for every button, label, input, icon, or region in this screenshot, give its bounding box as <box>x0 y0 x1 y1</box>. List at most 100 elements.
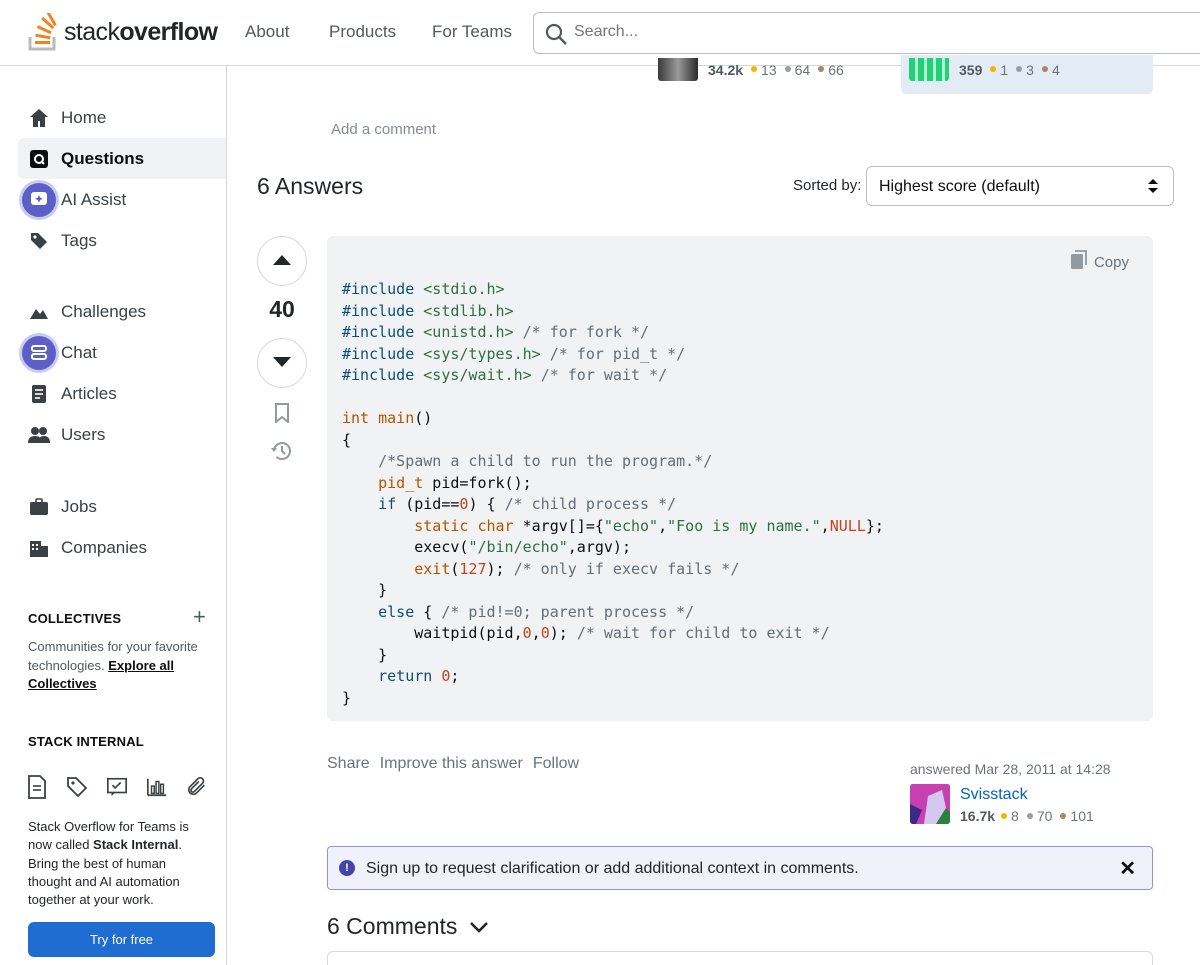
code-block: Copy #include <stdio.h> #include <stdlib… <box>327 236 1153 721</box>
comments-toggle[interactable]: 6 Comments <box>327 913 489 940</box>
search-icon <box>544 22 568 49</box>
silver-badge-count: 70 <box>1036 808 1053 824</box>
bronze-badge-count: 101 <box>1070 808 1094 824</box>
sort-select-value: Highest score (default) <box>879 178 1040 195</box>
questions-icon <box>28 148 50 170</box>
post-menu: Share Improve this answer Follow <box>327 755 579 773</box>
nav-products[interactable]: Products <box>329 22 396 42</box>
sidebar-item-companies[interactable]: Companies <box>18 527 226 568</box>
arrow-down-icon <box>272 356 292 371</box>
chat-icon <box>22 335 56 370</box>
logo-icon <box>28 13 57 51</box>
downvote-button[interactable] <box>257 338 307 388</box>
sidebar-item-label: Home <box>61 107 107 127</box>
info-icon: ! <box>339 860 355 876</box>
sidebar-item-label: Tags <box>61 230 97 250</box>
avatar[interactable] <box>658 58 698 81</box>
sidebar-item-articles[interactable]: Articles <box>18 373 226 414</box>
try-for-free-button[interactable]: Try for free <box>28 922 215 957</box>
collectives-title: COLLECTIVES <box>28 611 122 626</box>
avatar[interactable] <box>910 784 950 824</box>
sidebar-item-label: Chat <box>61 342 97 362</box>
gold-badge-count: 8 <box>1011 808 1019 824</box>
sidebar-item-label: AI Assist <box>61 189 127 209</box>
home-icon <box>28 107 50 129</box>
answered-timestamp: answered Mar 28, 2011 at 14:28 <box>910 761 1111 777</box>
add-collective-plus-icon[interactable]: + <box>193 606 206 628</box>
document-icon <box>26 774 48 800</box>
gold-badge-icon <box>990 66 997 72</box>
articles-icon <box>28 383 50 405</box>
answer-author-stats: 16.7k 8 70 101 <box>960 808 1094 824</box>
silver-badge-icon <box>784 66 791 72</box>
copy-button[interactable]: Copy <box>1070 250 1129 274</box>
question-editor-card: 34.2k 13 64 66 <box>658 58 844 81</box>
sidebar-item-label: Jobs <box>61 496 97 516</box>
internal-icons <box>26 774 208 800</box>
sidebar-item-home[interactable]: Home <box>18 97 226 138</box>
collectives-description: Communities for your favorite technologi… <box>28 639 198 691</box>
nav-about[interactable]: About <box>245 22 289 42</box>
follow-link[interactable]: Follow <box>533 755 579 773</box>
sorted-by-label: Sorted by: <box>793 177 862 194</box>
bookmark-icon <box>274 402 290 426</box>
sidebar-item-label: Articles <box>61 383 117 403</box>
bookmark-button[interactable] <box>270 402 294 426</box>
sort-select[interactable]: Highest score (default) <box>866 166 1174 206</box>
history-button[interactable] <box>270 440 294 464</box>
gold-badge-count: 13 <box>761 61 777 78</box>
comments-heading: 6 Comments <box>327 913 458 939</box>
improve-answer-link[interactable]: Improve this answer <box>380 755 523 773</box>
upvote-button[interactable] <box>257 236 307 286</box>
sidebar-item-questions[interactable]: Questions <box>18 138 226 179</box>
sidebar-item-jobs[interactable]: Jobs <box>18 486 226 527</box>
sidebar-item-tags[interactable]: Tags <box>18 220 226 261</box>
stack-overflow-logo[interactable]: stackoverflow <box>28 12 218 52</box>
bronze-badge-icon <box>1060 812 1067 819</box>
sidebar-item-ai-assist[interactable]: AI Assist <box>18 179 226 220</box>
add-comment-link[interactable]: Add a comment <box>331 121 436 138</box>
gold-badge-count: 1 <box>1000 61 1009 78</box>
tag-outline-icon <box>66 774 88 800</box>
sidebar-item-users[interactable]: Users <box>18 414 226 455</box>
chevron-down-icon <box>469 920 489 934</box>
question-owner-info: 359 1 3 4 <box>909 58 1060 81</box>
history-icon <box>270 440 294 465</box>
sidebar-item-label: Questions <box>61 148 145 168</box>
reputation-score: 16.7k <box>960 808 996 824</box>
gold-badge-icon <box>751 66 758 72</box>
close-icon[interactable]: ✕ <box>1119 859 1136 879</box>
stack-internal-description: Stack Overflow for Teams is now called S… <box>28 819 189 908</box>
bronze-badge-icon <box>818 66 825 72</box>
arrow-up-icon <box>272 254 292 269</box>
companies-icon <box>28 537 50 559</box>
tag-icon <box>28 230 50 252</box>
copy-icon <box>1070 250 1088 274</box>
code-content: #include <stdio.h> #include <stdlib.h> #… <box>342 280 884 707</box>
nav-for-teams[interactable]: For Teams <box>432 22 512 42</box>
users-icon <box>28 424 50 446</box>
signup-notice: ! Sign up to request clarification or ad… <box>327 846 1153 890</box>
jobs-icon <box>28 496 50 518</box>
search-input[interactable] <box>574 23 1174 41</box>
avatar[interactable] <box>909 58 949 81</box>
paperclip-icon <box>186 774 208 800</box>
logo-text: stackoverflow <box>64 17 218 46</box>
sidebar-item-chat[interactable]: Chat <box>18 332 226 373</box>
vote-count: 40 <box>269 296 295 322</box>
reputation-score: 359 <box>959 61 983 78</box>
reputation-score: 34.2k <box>708 61 744 78</box>
challenges-icon <box>28 301 50 323</box>
bronze-badge-count: 66 <box>828 61 844 78</box>
share-link[interactable]: Share <box>327 755 370 773</box>
sidebar-item-challenges[interactable]: Challenges <box>18 291 226 332</box>
answers-count-heading: 6 Answers <box>257 173 364 199</box>
sidebar-item-label: Companies <box>61 537 147 557</box>
search-box[interactable] <box>533 12 1200 54</box>
sidebar-item-label: Users <box>61 424 106 444</box>
copy-label: Copy <box>1093 253 1129 271</box>
ai-assist-icon <box>22 182 56 217</box>
answer-author-link[interactable]: Svisstack <box>960 786 1028 804</box>
checkmark-chat-icon <box>106 774 128 800</box>
bronze-badge-count: 4 <box>1051 61 1060 78</box>
